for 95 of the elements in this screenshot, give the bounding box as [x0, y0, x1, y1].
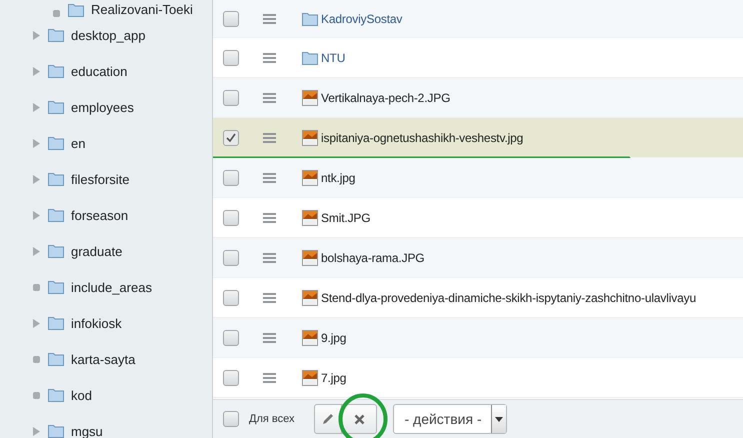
file-row[interactable]: KadroviySostav: [213, 0, 743, 38]
tree-item-label[interactable]: en: [71, 136, 86, 150]
bullet-icon: [33, 356, 40, 362]
folder-icon: [48, 100, 64, 114]
folder-icon: [48, 28, 64, 42]
file-row[interactable]: ntk.jpg: [213, 158, 743, 198]
drag-handle-icon[interactable]: [263, 172, 276, 182]
file-row[interactable]: Vertikalnaya-pech-2.JPG: [213, 78, 743, 118]
tree-item-label[interactable]: kod: [71, 388, 92, 402]
file-name[interactable]: Smit.JPG: [321, 210, 370, 224]
expand-arrow-icon[interactable]: [33, 138, 40, 148]
expand-arrow-icon[interactable]: [33, 246, 40, 256]
drag-handle-icon[interactable]: [263, 292, 276, 302]
folder-icon: [48, 424, 64, 438]
bullet-icon: [53, 10, 60, 17]
folder-icon: [68, 3, 84, 17]
folder-icon: [48, 280, 64, 294]
pencil-icon: [321, 412, 336, 426]
file-row[interactable]: bolshaya-rama.JPG: [213, 238, 743, 278]
expand-arrow-icon[interactable]: [33, 426, 40, 436]
folder-icon: [48, 352, 64, 366]
folder-icon: [48, 208, 64, 222]
edit-button[interactable]: [314, 404, 342, 434]
file-name[interactable]: ispitaniya-ognetushashikh-veshestv.jpg: [321, 130, 524, 144]
folder-icon: [48, 244, 64, 258]
tree-item-label[interactable]: mgsu: [71, 424, 103, 438]
tree-item-label[interactable]: education: [71, 64, 128, 78]
drag-handle-icon[interactable]: [263, 52, 276, 62]
image-file-icon: [302, 210, 318, 226]
drag-handle-icon[interactable]: [263, 252, 276, 262]
caret-icon: [495, 416, 504, 422]
tree-item-label[interactable]: graduate: [71, 244, 122, 258]
row-checkbox[interactable]: [223, 50, 239, 66]
expand-arrow-icon[interactable]: [33, 102, 40, 112]
checkmark-icon: [225, 132, 237, 144]
row-checkbox[interactable]: [223, 370, 239, 386]
tree-item-label[interactable]: desktop_app: [71, 28, 146, 42]
image-file-icon: [302, 250, 318, 266]
image-file-icon: [302, 370, 318, 386]
folder-link[interactable]: NTU: [321, 50, 346, 64]
tree-item-label[interactable]: karta-sayta: [71, 352, 136, 366]
expand-arrow-icon[interactable]: [33, 174, 40, 184]
file-row[interactable]: 9.jpg: [213, 318, 743, 358]
folder-icon: [48, 136, 64, 150]
image-file-icon: [302, 90, 318, 106]
image-file-icon: [302, 290, 318, 306]
row-checkbox[interactable]: [223, 130, 239, 146]
file-name[interactable]: Vertikalnaya-pech-2.JPG: [321, 90, 450, 104]
file-row[interactable]: ispitaniya-ognetushashikh-veshestv.jpg: [213, 118, 743, 158]
file-name[interactable]: ntk.jpg: [321, 170, 356, 184]
drag-handle-icon[interactable]: [263, 132, 276, 142]
tree-item-label[interactable]: forseason: [71, 208, 128, 222]
folder-icon: [48, 172, 64, 186]
drag-handle-icon[interactable]: [263, 92, 276, 102]
image-file-icon: [302, 330, 318, 346]
image-file-icon: [302, 130, 318, 146]
select-all-label: Для всех: [249, 413, 294, 425]
actions-dropdown[interactable]: - действия -: [393, 404, 508, 434]
drag-handle-icon[interactable]: [263, 14, 276, 24]
delete-button[interactable]: [342, 404, 378, 434]
folder-icon: [48, 388, 64, 402]
expand-arrow-icon[interactable]: [33, 66, 40, 76]
folder-icon: [302, 50, 318, 64]
row-checkbox[interactable]: [223, 170, 239, 186]
tree-item-label[interactable]: filesforsite: [71, 172, 130, 186]
drag-handle-icon[interactable]: [263, 372, 276, 382]
expand-arrow-icon[interactable]: [33, 210, 40, 220]
image-file-icon: [302, 170, 318, 186]
tree-item-label[interactable]: Realizovani-Toeki: [91, 2, 193, 17]
folder-link[interactable]: KadroviySostav: [321, 12, 402, 26]
row-checkbox[interactable]: [223, 250, 239, 266]
tree-item-label[interactable]: include_areas: [71, 280, 152, 294]
expand-arrow-icon[interactable]: [33, 318, 40, 328]
row-checkbox[interactable]: [223, 290, 239, 306]
drag-handle-icon[interactable]: [263, 212, 276, 222]
row-checkbox[interactable]: [223, 10, 239, 26]
circle-annotation: [338, 393, 388, 438]
close-icon: [354, 414, 365, 424]
drag-handle-icon[interactable]: [263, 332, 276, 342]
expand-arrow-icon[interactable]: [33, 30, 40, 40]
row-checkbox[interactable]: [223, 330, 239, 346]
file-name[interactable]: bolshaya-rama.JPG: [321, 250, 424, 264]
folder-icon: [48, 64, 64, 78]
bullet-icon: [33, 284, 40, 290]
folder-icon: [48, 316, 64, 330]
tree-item-label[interactable]: infokiosk: [71, 316, 122, 330]
row-checkbox[interactable]: [223, 90, 239, 106]
file-name[interactable]: Stend-dlya-provedeniya-dinamiche-skikh-ispytaniy-zashchitno-ulavlivayu: [321, 290, 696, 304]
row-checkbox[interactable]: [223, 210, 239, 226]
file-name[interactable]: 9.jpg: [321, 330, 346, 344]
bullet-icon: [33, 392, 40, 398]
select-all-checkbox[interactable]: [223, 411, 239, 427]
file-name[interactable]: 7.jpg: [321, 370, 346, 384]
tree-item-label[interactable]: employees: [71, 100, 134, 114]
folder-icon: [302, 12, 318, 26]
